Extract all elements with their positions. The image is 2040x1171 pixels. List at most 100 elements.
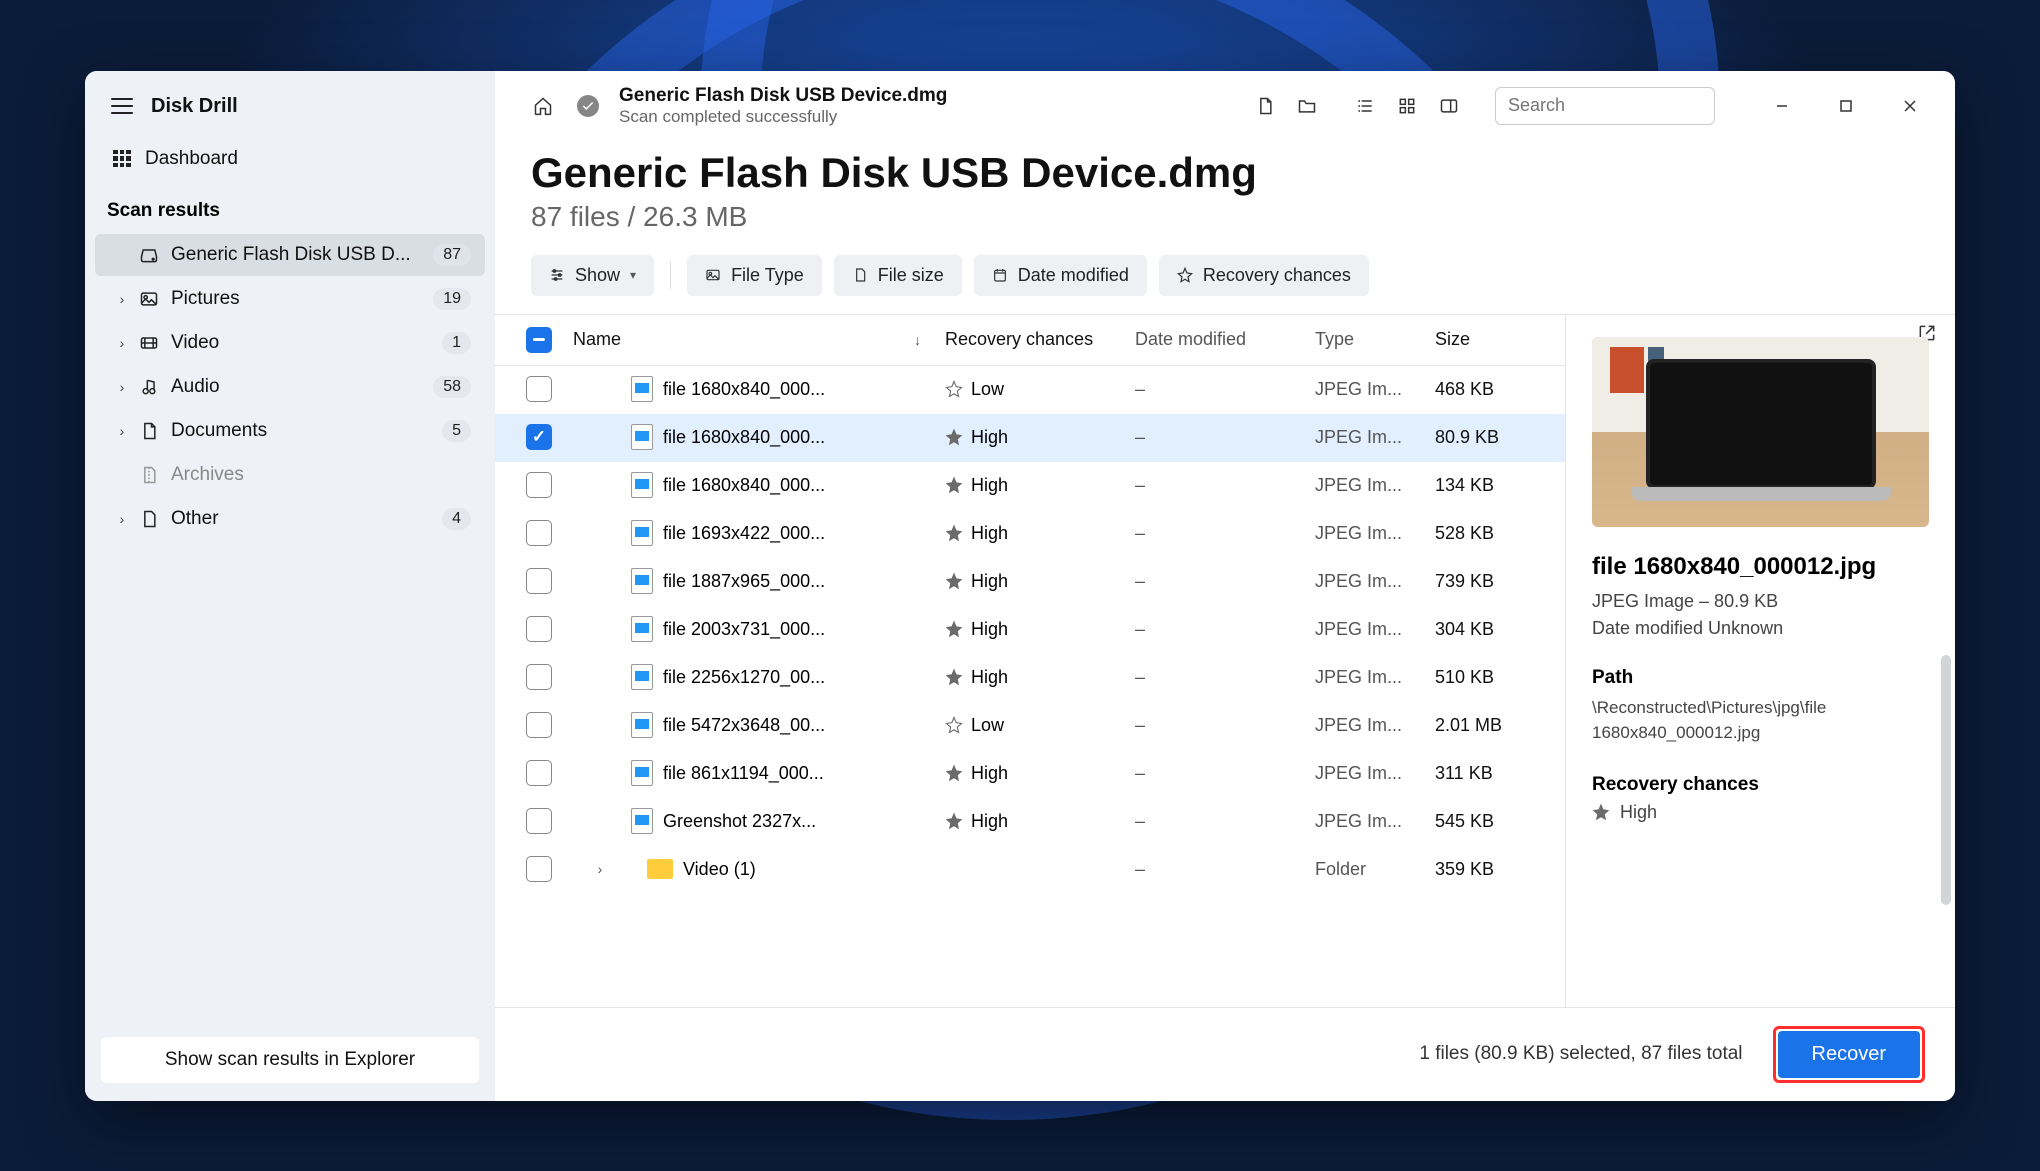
row-checkbox[interactable] (526, 664, 552, 690)
row-checkbox[interactable] (526, 712, 552, 738)
file-name: file 5472x3648_00... (663, 715, 825, 736)
file-icon (852, 267, 868, 283)
count-badge: 5 (442, 420, 471, 442)
row-checkbox[interactable] (526, 856, 552, 882)
col-type[interactable]: Type (1315, 329, 1435, 350)
scrollbar[interactable] (1941, 655, 1951, 905)
row-checkbox[interactable] (526, 520, 552, 546)
file-name: file 1680x840_000... (663, 427, 825, 448)
row-checkbox[interactable] (526, 568, 552, 594)
split-view-icon[interactable] (1431, 88, 1467, 124)
row-checkbox[interactable] (526, 760, 552, 786)
col-date[interactable]: Date modified (1135, 329, 1315, 350)
recovery-chances-filter[interactable]: Recovery chances (1159, 255, 1369, 296)
star-icon (1592, 803, 1610, 821)
list-view-icon[interactable] (1347, 88, 1383, 124)
menu-icon[interactable] (111, 98, 133, 114)
count-badge: 87 (433, 244, 471, 266)
star-icon (945, 572, 963, 590)
star-icon (945, 428, 963, 446)
col-recovery[interactable]: Recovery chances (945, 329, 1135, 350)
show-filter[interactable]: Show ▾ (531, 255, 654, 296)
image-file-icon (631, 424, 653, 450)
sidebar-item-video[interactable]: › Video 1 (95, 322, 485, 364)
recover-button[interactable]: Recover (1778, 1031, 1920, 1078)
chevron-right-icon: › (117, 291, 127, 307)
sidebar-item-generic-flash-disk-usb-d-[interactable]: Generic Flash Disk USB D... 87 (95, 234, 485, 276)
app-window: Disk Drill Dashboard Scan results Generi… (85, 71, 1955, 1101)
table-row[interactable]: file 1680x840_000... Low – JPEG Im... 46… (495, 366, 1565, 414)
picture-icon (139, 289, 159, 309)
close-icon[interactable] (1879, 87, 1941, 125)
table-row[interactable]: ›Video (1) – Folder 359 KB (495, 846, 1565, 894)
row-checkbox[interactable] (526, 808, 552, 834)
preview-path: \Reconstructed\Pictures\jpg\file 1680x84… (1592, 695, 1929, 746)
date-modified-filter[interactable]: Date modified (974, 255, 1147, 296)
footer: 1 files (80.9 KB) selected, 87 files tot… (495, 1007, 1955, 1101)
minimize-icon[interactable] (1751, 87, 1813, 125)
scan-results-label: Scan results (85, 182, 495, 232)
search-input[interactable] (1508, 95, 1740, 116)
preview-thumbnail (1592, 337, 1929, 527)
image-file-icon (631, 616, 653, 642)
star-icon (945, 812, 963, 830)
table-row[interactable]: file 1680x840_000... High – JPEG Im... 8… (495, 414, 1565, 462)
file-type-filter[interactable]: File Type (687, 255, 822, 296)
file-name: file 1680x840_000... (663, 379, 825, 400)
row-checkbox[interactable] (526, 472, 552, 498)
file-size-filter[interactable]: File size (834, 255, 962, 296)
chevron-down-icon: ▾ (630, 268, 636, 282)
count-badge: 19 (433, 288, 471, 310)
sidebar-item-archives[interactable]: Archives (95, 454, 485, 496)
breadcrumb-title: Generic Flash Disk USB Device.dmg (619, 85, 1225, 107)
folder-icon[interactable] (1289, 88, 1325, 124)
preview-modified: Date modified Unknown (1592, 618, 1929, 639)
audio-icon (139, 377, 159, 397)
image-file-icon (631, 376, 653, 402)
search-box[interactable] (1495, 87, 1715, 125)
file-icon[interactable] (1247, 88, 1283, 124)
sidebar-item-documents[interactable]: › Documents 5 (95, 410, 485, 452)
sidebar-item-pictures[interactable]: › Pictures 19 (95, 278, 485, 320)
recover-highlight: Recover (1773, 1026, 1925, 1083)
home-icon[interactable] (525, 88, 561, 124)
table-row[interactable]: file 1680x840_000... High – JPEG Im... 1… (495, 462, 1565, 510)
selection-status: 1 files (80.9 KB) selected, 87 files tot… (1419, 1043, 1742, 1065)
table-row[interactable]: file 2256x1270_00... High – JPEG Im... 5… (495, 654, 1565, 702)
sidebar: Disk Drill Dashboard Scan results Generi… (85, 71, 495, 1101)
table-row[interactable]: file 1887x965_000... High – JPEG Im... 7… (495, 558, 1565, 606)
star-icon (1177, 267, 1193, 283)
star-icon (945, 620, 963, 638)
count-badge: 1 (442, 332, 471, 354)
table-row[interactable]: file 1693x422_000... High – JPEG Im... 5… (495, 510, 1565, 558)
sidebar-item-audio[interactable]: › Audio 58 (95, 366, 485, 408)
table-row[interactable]: Greenshot 2327x... High – JPEG Im... 545… (495, 798, 1565, 846)
chevron-right-icon: › (117, 379, 127, 395)
table-row[interactable]: file 2003x731_000... High – JPEG Im... 3… (495, 606, 1565, 654)
table-row[interactable]: file 861x1194_000... High – JPEG Im... 3… (495, 750, 1565, 798)
row-checkbox[interactable] (526, 376, 552, 402)
chevron-right-icon[interactable]: › (593, 861, 607, 877)
master-checkbox[interactable] (526, 327, 552, 353)
col-name[interactable]: Name↓ (565, 329, 945, 350)
show-in-explorer-button[interactable]: Show scan results in Explorer (101, 1037, 479, 1083)
file-name: file 1680x840_000... (663, 475, 825, 496)
row-checkbox[interactable] (526, 424, 552, 450)
topbar: Generic Flash Disk USB Device.dmg Scan c… (495, 71, 1955, 133)
count-badge: 4 (442, 508, 471, 530)
sidebar-item-label: Archives (171, 464, 244, 486)
col-size[interactable]: Size (1435, 329, 1565, 350)
image-file-icon (631, 568, 653, 594)
nav-dashboard[interactable]: Dashboard (95, 136, 485, 182)
sidebar-item-label: Generic Flash Disk USB D... (171, 244, 411, 266)
maximize-icon[interactable] (1815, 87, 1877, 125)
count-badge: 58 (433, 376, 471, 398)
folder-icon (647, 859, 673, 879)
row-checkbox[interactable] (526, 616, 552, 642)
table-row[interactable]: file 5472x3648_00... Low – JPEG Im... 2.… (495, 702, 1565, 750)
sidebar-item-label: Other (171, 508, 219, 530)
filter-bar: Show ▾ File Type File size Date modified… (495, 255, 1955, 314)
preview-path-label: Path (1592, 667, 1929, 689)
grid-view-icon[interactable] (1389, 88, 1425, 124)
sidebar-item-other[interactable]: › Other 4 (95, 498, 485, 540)
